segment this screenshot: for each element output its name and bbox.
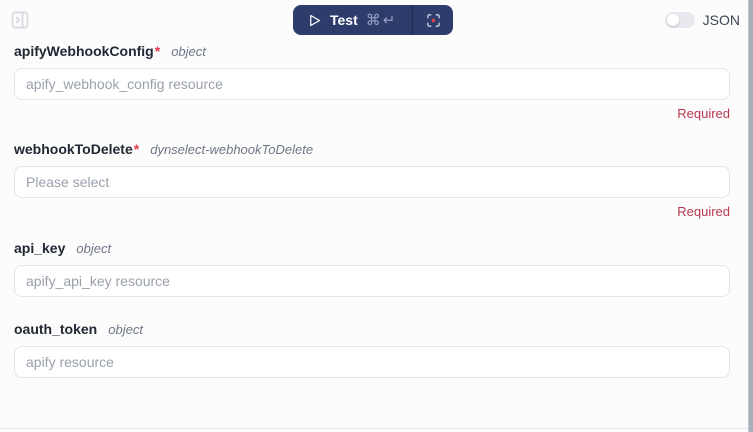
required-asterisk: *: [133, 141, 140, 157]
field-header: api_key object: [14, 240, 730, 256]
toolbar: Test ⌘↵ JSON: [0, 0, 753, 40]
field-error-text: Required: [677, 204, 730, 219]
field-oauth_token: oauth_token object: [14, 321, 730, 378]
field-label: oauth_token: [14, 321, 98, 337]
focus-target-icon: [425, 12, 442, 29]
field-label: webhookToDelete: [14, 141, 133, 157]
field-error-text: Required: [677, 106, 730, 121]
field-header: webhookToDelete * dynselect-webhookToDel…: [14, 141, 730, 157]
bottom-divider: [0, 428, 748, 429]
api_key-input[interactable]: [14, 265, 730, 297]
play-icon: [307, 13, 322, 28]
test-button[interactable]: Test ⌘↵: [293, 5, 412, 35]
piece-settings-form: apifyWebhookConfig * object Required web…: [0, 43, 753, 378]
field-type-hint: dynselect-webhookToDelete: [150, 142, 314, 157]
panel-right-open-button[interactable]: [10, 10, 30, 30]
field-type-hint: object: [108, 322, 143, 337]
test-button-label: Test: [330, 12, 358, 28]
retest-focus-button[interactable]: [413, 5, 453, 35]
json-toggle-group: JSON: [664, 0, 740, 40]
webhookToDelete-select[interactable]: [14, 166, 730, 198]
field-header: oauth_token object: [14, 321, 730, 337]
vertical-scrollbar[interactable]: [748, 0, 753, 432]
field-header: apifyWebhookConfig * object: [14, 43, 730, 59]
field-webhookToDelete: webhookToDelete * dynselect-webhookToDel…: [14, 141, 730, 219]
oauth_token-input[interactable]: [14, 346, 730, 378]
field-label: api_key: [14, 240, 66, 256]
field-type-hint: object: [171, 44, 206, 59]
test-shortcut-keys: ⌘↵: [365, 12, 398, 29]
field-apifyWebhookConfig: apifyWebhookConfig * object Required: [14, 43, 730, 121]
switch-knob: [666, 14, 679, 26]
json-toggle-label: JSON: [702, 12, 740, 28]
required-asterisk: *: [154, 43, 161, 59]
field-label: apifyWebhookConfig: [14, 43, 154, 59]
test-button-group: Test ⌘↵: [293, 5, 454, 35]
panel-right-open-icon: [10, 10, 30, 30]
json-toggle-switch[interactable]: [664, 12, 695, 28]
apifyWebhookConfig-input[interactable]: [14, 68, 730, 100]
field-type-hint: object: [76, 241, 112, 256]
field-api_key: api_key object: [14, 240, 730, 297]
